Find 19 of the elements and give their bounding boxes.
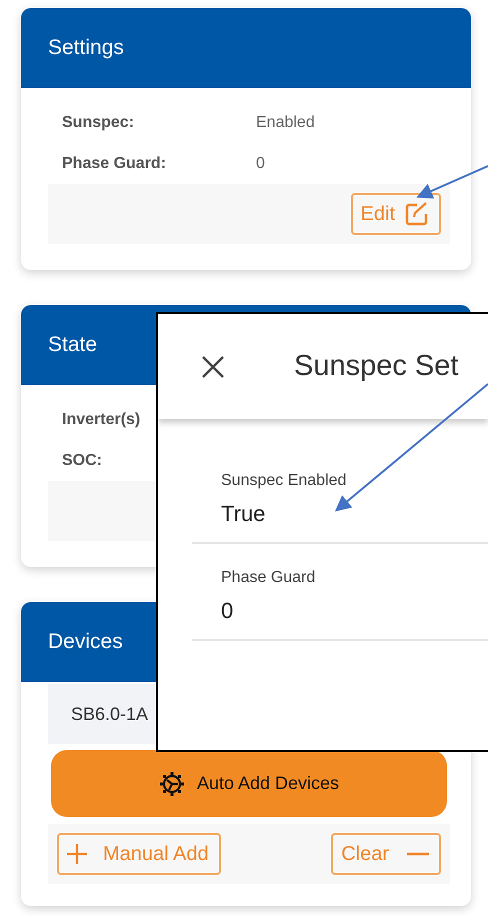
field-value: Enabled — [256, 112, 315, 132]
field-label: Inverter(s) — [62, 410, 142, 430]
form-field[interactable]: Sunspec Enabled True — [192, 419, 488, 544]
plus-icon — [67, 844, 87, 864]
card-title: State — [48, 332, 98, 358]
annotation-arrow — [416, 165, 488, 198]
auto-add-button[interactable]: Auto Add Devices — [51, 750, 447, 817]
field-label: Sunspec: — [62, 112, 136, 132]
field-value: 0 — [256, 154, 265, 174]
card-title: Settings — [48, 35, 124, 62]
card-title: Devices — [48, 629, 123, 656]
form-field[interactable]: Phase Guard 0 — [192, 544, 488, 641]
minus-icon — [407, 852, 429, 856]
dialog-title: Sunspec Set — [294, 348, 458, 384]
close-button[interactable] — [200, 354, 226, 380]
edit-icon — [405, 202, 429, 226]
field-label: SOC: — [62, 450, 103, 470]
field-label: Phase Guard: — [62, 154, 168, 174]
gear-icon — [158, 770, 185, 796]
